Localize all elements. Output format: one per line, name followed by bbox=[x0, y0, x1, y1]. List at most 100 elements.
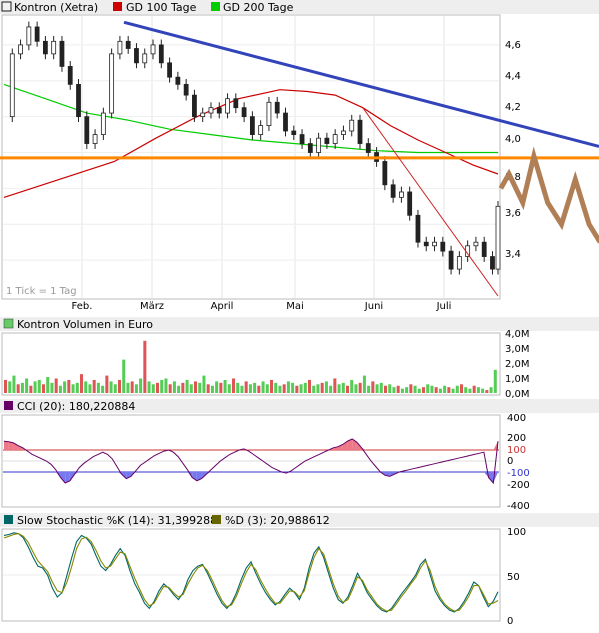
candle-body bbox=[407, 191, 413, 216]
volume-bar bbox=[16, 384, 20, 393]
volume-bar bbox=[362, 375, 366, 393]
candle-body bbox=[299, 134, 305, 144]
candle-body bbox=[473, 241, 479, 247]
candle-body bbox=[233, 98, 239, 109]
volume-bar bbox=[278, 385, 282, 393]
volume-bar bbox=[253, 382, 257, 393]
candle-body bbox=[274, 101, 280, 114]
legend-label-gd200: GD 200 Tage bbox=[223, 1, 294, 14]
volume-bar bbox=[244, 381, 248, 393]
volume-bar bbox=[139, 378, 143, 393]
volume-bar bbox=[451, 388, 455, 393]
volume-bar bbox=[181, 382, 185, 393]
volume-bar bbox=[227, 384, 231, 393]
volume-bar bbox=[210, 385, 214, 393]
legend-swatch-cci bbox=[4, 401, 13, 410]
volume-bar bbox=[71, 384, 75, 393]
candle-body bbox=[183, 83, 189, 96]
volume-bar bbox=[329, 385, 333, 393]
vol-tick-4: 4,0M bbox=[505, 329, 530, 340]
candle-body bbox=[357, 119, 363, 144]
vol-tick-1: 1,0M bbox=[505, 374, 530, 385]
y-tick-3-4: 3,4 bbox=[505, 249, 521, 260]
candle-body bbox=[495, 205, 501, 270]
chart-svg: Kontron (Xetra) GD 100 Tage GD 200 Tage … bbox=[0, 0, 599, 627]
candle-body bbox=[216, 107, 222, 114]
volume-bar bbox=[405, 387, 409, 393]
volume-bar bbox=[261, 381, 265, 393]
candle-body bbox=[167, 62, 172, 78]
volume-bar bbox=[177, 385, 181, 393]
volume-bar bbox=[367, 385, 371, 393]
volume-bar bbox=[118, 379, 122, 393]
volume-bar bbox=[476, 387, 480, 393]
volume-bar bbox=[341, 382, 345, 393]
candle-body bbox=[134, 48, 139, 64]
candle-body bbox=[117, 40, 123, 55]
cci-tick-minus200: -200 bbox=[507, 480, 530, 491]
volume-bar bbox=[489, 387, 493, 393]
volume-bar bbox=[468, 388, 472, 393]
volume-bar bbox=[236, 382, 240, 393]
candle-body bbox=[9, 53, 15, 118]
volume-bar bbox=[232, 378, 236, 393]
volume-bar bbox=[460, 384, 464, 393]
candle-body bbox=[440, 241, 446, 252]
stoch-y-ticks: 100 50 0 bbox=[507, 527, 526, 627]
volume-bar bbox=[426, 384, 430, 393]
y-tick-4-0: 4,0 bbox=[505, 134, 521, 145]
volume-bar bbox=[303, 382, 307, 393]
volume-bar bbox=[105, 375, 109, 393]
legend-swatch-gd100 bbox=[113, 2, 122, 11]
volume-bar bbox=[215, 381, 219, 393]
candle-body bbox=[490, 256, 495, 270]
volume-bar bbox=[164, 378, 168, 393]
volume-bar bbox=[291, 382, 295, 393]
volume-bar bbox=[202, 375, 206, 393]
volume-bar bbox=[185, 379, 189, 393]
volume-bar bbox=[219, 382, 223, 393]
volume-bar bbox=[384, 385, 388, 393]
candle-body bbox=[67, 66, 73, 85]
candle-body bbox=[258, 125, 264, 135]
volume-bar bbox=[312, 385, 316, 393]
candle-body bbox=[390, 184, 396, 198]
vol-tick-0: 0,0M bbox=[505, 389, 530, 400]
volume-bar bbox=[493, 369, 497, 393]
stoch-panel: Slow Stochastic %K (14): 31,399288 %D (3… bbox=[0, 513, 599, 627]
volume-bar bbox=[455, 385, 459, 393]
candle-body bbox=[349, 119, 355, 132]
volume-bar bbox=[130, 381, 134, 393]
volume-bar bbox=[346, 385, 350, 393]
legend-label-gd100: GD 100 Tage bbox=[126, 1, 197, 14]
volume-bar bbox=[320, 382, 324, 393]
volume-bar bbox=[265, 384, 269, 393]
volume-bar bbox=[257, 385, 261, 393]
candle-body bbox=[192, 94, 197, 118]
legend-swatch-volume bbox=[3, 318, 14, 329]
candle-body bbox=[432, 241, 437, 247]
candle-body bbox=[51, 40, 57, 55]
candle-body bbox=[125, 40, 131, 49]
volume-bar bbox=[58, 385, 62, 393]
candle-body bbox=[266, 101, 272, 127]
candle-body bbox=[42, 40, 48, 55]
x-tick-feb: Feb. bbox=[72, 301, 93, 312]
volume-bar bbox=[417, 388, 421, 393]
volume-bar bbox=[109, 381, 113, 393]
cci-overbought-fill bbox=[4, 441, 9, 450]
volume-bar bbox=[324, 381, 328, 393]
volume-bar bbox=[274, 382, 278, 393]
vol-tick-3: 3,0M bbox=[505, 344, 530, 355]
candle-body bbox=[307, 143, 313, 153]
volume-bar bbox=[194, 381, 198, 393]
candle-body bbox=[158, 44, 164, 64]
price-panel: Kontron (Xetra) GD 100 Tage GD 200 Tage … bbox=[0, 0, 599, 312]
cci-tick-minus400: -400 bbox=[507, 501, 530, 512]
volume-bar bbox=[151, 384, 155, 393]
volume-bar bbox=[447, 387, 451, 393]
candle-body bbox=[291, 130, 297, 135]
volume-bar bbox=[4, 379, 8, 393]
legend-label-volume: Kontron Volumen in Euro bbox=[17, 318, 153, 331]
stoch-tick-100: 100 bbox=[507, 527, 526, 538]
